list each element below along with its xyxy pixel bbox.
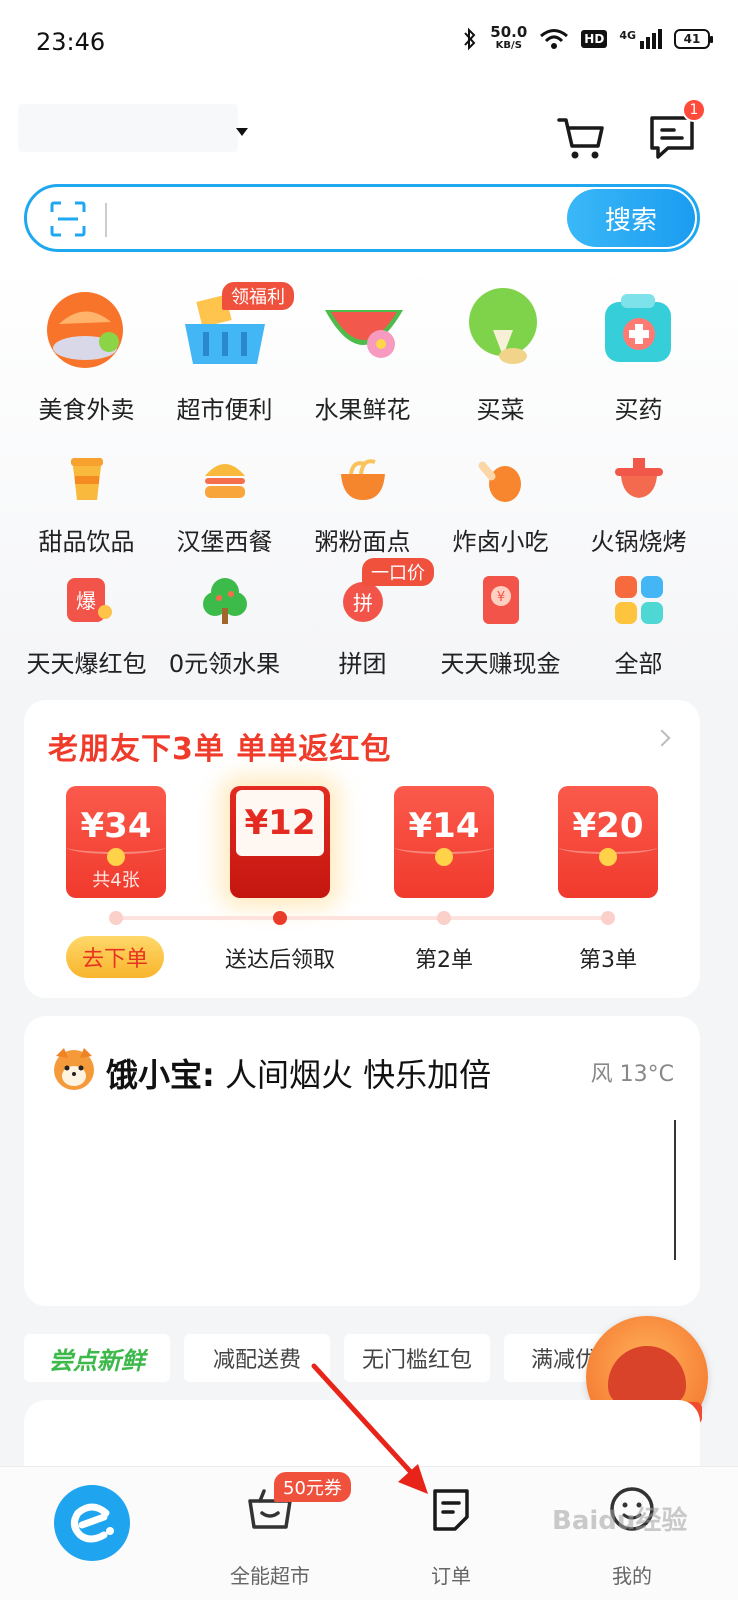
status-bar: 23:46 50.0 KB/S HD 4G 41 xyxy=(0,0,738,90)
hd-badge: HD xyxy=(581,30,608,48)
caret-down-icon[interactable] xyxy=(236,128,248,136)
category-burger[interactable]: 汉堡西餐 xyxy=(154,450,295,557)
timeline-dot xyxy=(601,911,615,925)
category-free-fruit[interactable]: 0元领水果 xyxy=(154,572,295,679)
status-time: 23:46 xyxy=(36,28,106,56)
category-food-delivery[interactable]: 美食外卖 xyxy=(16,280,157,425)
coin-icon xyxy=(107,848,125,866)
mascot-slogan: 饿小宝: 人间烟火 快乐加倍 xyxy=(106,1056,492,1094)
filter-chip-delivery-fee[interactable]: 减配送费 xyxy=(184,1334,330,1382)
cart-icon[interactable] xyxy=(556,112,606,162)
cellular-signal-icon: 4G xyxy=(619,29,662,49)
all-grid-icon xyxy=(614,576,663,624)
red-envelope-4[interactable]: ¥20 xyxy=(558,786,658,898)
eleme-home-icon xyxy=(54,1485,130,1561)
red-envelope-1[interactable]: ¥34 共4张 xyxy=(66,786,166,898)
chevron-right-icon[interactable] xyxy=(653,729,671,747)
step-label: 送达后领取 xyxy=(224,948,335,973)
one-price-tag: 一口价 xyxy=(362,558,434,586)
food-bowl-icon xyxy=(608,1346,686,1406)
coin-icon xyxy=(435,848,453,866)
category-supermarket[interactable]: 超市便利 领福利 xyxy=(154,280,295,425)
search-bar[interactable]: 搜索 xyxy=(24,184,700,252)
tab-home[interactable] xyxy=(0,1467,184,1600)
chicken-leg-icon xyxy=(478,461,521,502)
noodle-bowl-icon xyxy=(340,459,385,500)
order-note-icon xyxy=(433,1489,469,1531)
red-packet-burst-icon: 爆 xyxy=(66,578,112,622)
message-badge: 1 xyxy=(682,98,706,122)
timeline-dot-active xyxy=(273,911,287,925)
mascot-card[interactable]: 饿小宝: 人间烟火 快乐加倍 风 13°C xyxy=(24,1016,700,1306)
category-fruit-flower[interactable]: 水果鲜花 xyxy=(292,280,433,425)
scan-icon[interactable] xyxy=(49,200,87,238)
promo-title: 老朋友下3单 单单返红包 xyxy=(48,732,392,767)
watermelon-flower-icon xyxy=(324,310,403,358)
category-group-buy[interactable]: 拼 拼团 一口价 xyxy=(292,558,434,679)
search-button[interactable]: 搜索 xyxy=(567,189,695,247)
coin-icon xyxy=(599,848,617,866)
burger-icon xyxy=(204,464,245,498)
svg-text:拼: 拼 xyxy=(353,591,373,615)
category-medicine[interactable]: 买药 xyxy=(568,280,709,425)
category-dessert-drinks[interactable]: 甜品饮品 xyxy=(16,450,157,557)
category-all[interactable]: 全部 xyxy=(568,572,709,679)
wifi-icon xyxy=(540,29,569,49)
food-delivery-icon xyxy=(46,292,123,368)
red-envelope-2[interactable]: ¥12 xyxy=(230,786,330,898)
watermark-logo: Baidu经验 xyxy=(552,1506,688,1536)
category-vegetables[interactable]: 买菜 xyxy=(430,280,571,425)
category-hotpot-bbq[interactable]: 火锅烧烤 xyxy=(568,450,709,557)
category-earn-cash[interactable]: ¥ 天天赚现金 xyxy=(430,572,571,679)
drink-cup-icon xyxy=(70,458,103,500)
welfare-tag: 领福利 xyxy=(222,282,294,310)
timeline-dot xyxy=(109,911,123,925)
category-fried-snacks[interactable]: 炸卤小吃 xyxy=(430,450,571,557)
search-input[interactable] xyxy=(113,195,553,241)
category-noodles[interactable]: 粥粉面点 xyxy=(292,450,433,557)
svg-text:爆: 爆 xyxy=(76,589,96,613)
progress-timeline xyxy=(116,916,608,920)
go-order-button[interactable]: 去下单 xyxy=(66,936,164,978)
weather-text: 风 13°C xyxy=(590,1062,674,1087)
tab-orders[interactable]: 订单 xyxy=(359,1467,543,1600)
step-label: 第2单 xyxy=(415,948,473,973)
address-selector[interactable] xyxy=(18,104,238,152)
bluetooth-icon xyxy=(464,27,476,51)
fruit-tree-icon xyxy=(202,578,247,624)
timeline-dot xyxy=(437,911,451,925)
medicine-box-icon xyxy=(604,294,671,362)
divider xyxy=(674,1120,676,1260)
net-speed: 50.0 KB/S xyxy=(490,23,528,52)
coupon-tag: 50元券 xyxy=(274,1472,351,1502)
shiba-mascot-icon xyxy=(54,1048,94,1090)
cash-envelope-icon: ¥ xyxy=(482,576,519,624)
filter-chip-fresh[interactable]: 尝点新鲜 xyxy=(24,1334,170,1382)
battery-icon: 41 xyxy=(674,29,713,49)
red-envelope-3[interactable]: ¥14 xyxy=(394,786,494,898)
search-cursor xyxy=(105,203,107,237)
category-daily-red-packet[interactable]: 爆 天天爆红包 xyxy=(16,572,157,679)
status-icons: 50.0 KB/S HD 4G 41 xyxy=(462,23,713,52)
svg-text:¥: ¥ xyxy=(496,590,504,605)
filter-chip-no-threshold[interactable]: 无门槛红包 xyxy=(344,1334,490,1382)
vegetable-icon xyxy=(468,288,537,364)
hotpot-icon xyxy=(614,458,663,498)
returning-user-promo-card[interactable]: 老朋友下3单 单单返红包 ¥34 共4张 ¥12 ¥14 ¥20 去下单 送达后… xyxy=(24,700,700,998)
step-label: 第3单 xyxy=(579,948,637,973)
